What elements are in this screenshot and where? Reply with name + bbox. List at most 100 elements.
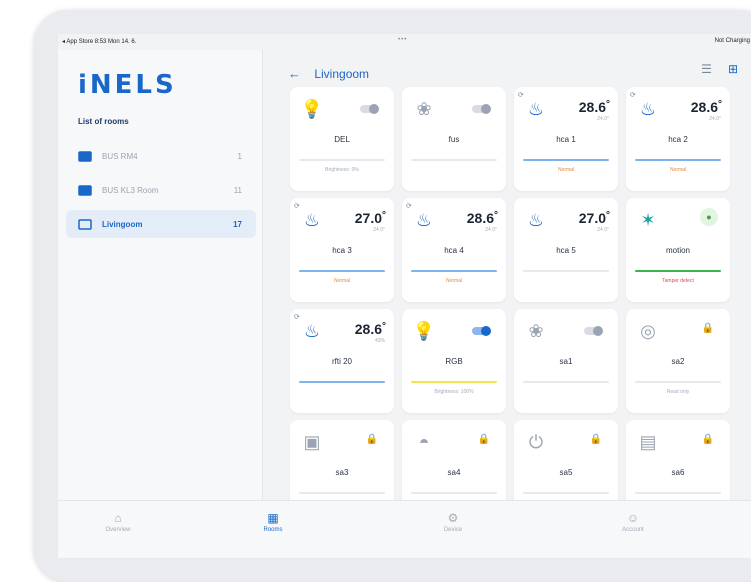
dial-icon: ◎ — [640, 320, 656, 341]
tab-device[interactable]: ⚙ Device — [413, 511, 493, 533]
list-view-icon[interactable]: ☰ — [701, 62, 712, 76]
sidebar: iNELS List of rooms BUS RM4 1 BUS KL3 Room… — [58, 50, 263, 500]
view-toggle: ☰ ⊞ — [701, 62, 738, 76]
device-status: Brightness: 0% — [325, 167, 359, 173]
lock-icon: 🔒 — [365, 434, 378, 445]
status-bar-line — [635, 159, 721, 161]
device-name: RGB — [445, 357, 463, 366]
room-label: Livingoom — [102, 219, 143, 229]
setpoint-value: 24.0° — [373, 227, 385, 233]
home-room-icon — [78, 218, 92, 230]
device-tile[interactable]: ⟳ ♨ 28.6° 24.0° hca 2 Normal — [626, 87, 730, 191]
app-screen: ◂ App Store 8:53 Mon 14. 6. ••• Not Char… — [58, 34, 751, 558]
room-icon — [78, 184, 92, 196]
status-bar-line — [635, 270, 721, 272]
list-of-rooms-title: List of rooms — [78, 117, 129, 126]
device-name: hca 1 — [556, 135, 576, 144]
back-arrow-icon[interactable]: ← — [288, 66, 301, 81]
inels-logo: iNELS — [78, 70, 177, 100]
lock-icon: 🔒 — [701, 323, 714, 334]
toggle-switch[interactable] — [472, 326, 491, 336]
device-name: fus — [448, 135, 460, 144]
status-bar-line — [411, 381, 497, 383]
status-bar-line — [299, 159, 385, 161]
status-bar-line — [523, 381, 609, 383]
device-tile[interactable]: ◎ 🔒 sa2 Read only — [626, 309, 730, 413]
tab-label: Account — [622, 527, 644, 533]
tab-label: Rooms — [263, 527, 283, 533]
tab-label: Device — [443, 527, 463, 533]
toggle-switch[interactable] — [472, 104, 491, 114]
lock-icon: 🔒 — [589, 434, 602, 445]
device-status: Read only — [666, 389, 690, 395]
tab-account[interactable]: ☺ Account — [593, 511, 673, 533]
status-bar-line — [411, 492, 497, 494]
room-device-count: 1 — [237, 151, 242, 161]
temperature-value: 27.0° — [354, 210, 386, 226]
device-name: sa2 — [671, 357, 685, 366]
device-name: sa3 — [335, 468, 349, 477]
device-name: sa6 — [671, 468, 685, 477]
heater-icon: ♨ — [303, 209, 321, 230]
setpoint-value: 24.0° — [597, 116, 609, 122]
device-tile[interactable]: ⟳ ♨ 28.6° 24.0° hca 4 Normal — [402, 198, 506, 302]
status-bar-line — [635, 381, 721, 383]
device-tile[interactable]: ❀ sa1 — [514, 309, 618, 413]
device-tile[interactable]: ⟳ ♨ 28.6° 24.0° hca 1 Normal — [514, 87, 618, 191]
page-header: ← Livingoom — [288, 66, 369, 81]
device-status: Brightness: 100% — [434, 389, 474, 395]
heater-icon: ♨ — [527, 209, 545, 230]
device-tile[interactable]: ⟳ ♨ 27.0° 24.0° hca 3 Normal — [290, 198, 394, 302]
setpoint-value: 24.0° — [485, 227, 497, 233]
home-icon: ⌂ — [114, 511, 122, 525]
heater-icon: ♨ — [527, 98, 545, 119]
status-bar-line — [299, 270, 385, 272]
fan-icon: ❀ — [528, 320, 544, 341]
heater-icon: ♨ — [303, 320, 321, 341]
sync-badge-icon: ⟳ — [630, 92, 636, 99]
room-device-count: 17 — [233, 219, 242, 229]
device-name: hca 5 — [556, 246, 576, 255]
device-name: hca 2 — [668, 135, 688, 144]
motion-icon: ✶ — [640, 209, 656, 230]
heater-icon: ♨ — [415, 209, 433, 230]
temperature-value: 28.6° — [354, 321, 386, 337]
status-bar-line — [635, 492, 721, 494]
page-title: Livingoom — [314, 67, 370, 81]
tab-overview[interactable]: ⌂ Overview — [78, 511, 158, 533]
room-icon — [78, 150, 92, 162]
tab-rooms[interactable]: ▦ Rooms — [233, 511, 313, 533]
device-name: sa1 — [559, 357, 573, 366]
power-icon: ⏻ — [528, 431, 544, 452]
room-item[interactable]: BUS RM4 1 — [66, 142, 256, 170]
device-tile[interactable]: ✶ ● motion Tamper detect — [626, 198, 730, 302]
device-name: DEL — [334, 135, 350, 144]
room-item[interactable]: Livingoom 17 — [66, 210, 256, 238]
device-icon: ⚙ — [447, 511, 459, 525]
device-status: Tamper detect — [662, 278, 694, 284]
setpoint-value: 43% — [374, 338, 385, 344]
temperature-value: 27.0° — [578, 210, 610, 226]
device-tile[interactable]: 💡 RGB Brightness: 100% — [402, 309, 506, 413]
sync-badge-icon: ⟳ — [406, 203, 412, 210]
toggle-switch[interactable] — [584, 326, 603, 336]
device-tile[interactable]: ⟳ ♨ 28.6° 43% rfti 20 — [290, 309, 394, 413]
multitask-dots[interactable]: ••• — [398, 37, 407, 43]
bulb-icon: 💡 — [412, 320, 436, 341]
device-tile[interactable]: ♨ 27.0° 24.0° hca 5 — [514, 198, 618, 302]
device-name: rfti 20 — [331, 357, 352, 366]
status-bar-line — [411, 270, 497, 272]
lock-icon: 🔒 — [701, 434, 714, 445]
device-tile[interactable]: ❀ fus — [402, 87, 506, 191]
grid-view-icon[interactable]: ⊞ — [728, 62, 738, 76]
account-icon: ☺ — [626, 511, 640, 525]
device-tile[interactable]: 💡 DEL Brightness: 0% — [290, 87, 394, 191]
room-item[interactable]: BUS KL3 Room 11 — [66, 176, 256, 204]
monitor-icon: ▣ — [303, 431, 321, 452]
panel-icon: ▤ — [639, 431, 657, 452]
device-name: sa5 — [559, 468, 573, 477]
rooms-icon: ▦ — [267, 511, 279, 525]
motion-indicator-icon: ● — [700, 208, 718, 226]
toggle-switch[interactable] — [360, 104, 379, 114]
status-bar-line — [523, 159, 609, 161]
